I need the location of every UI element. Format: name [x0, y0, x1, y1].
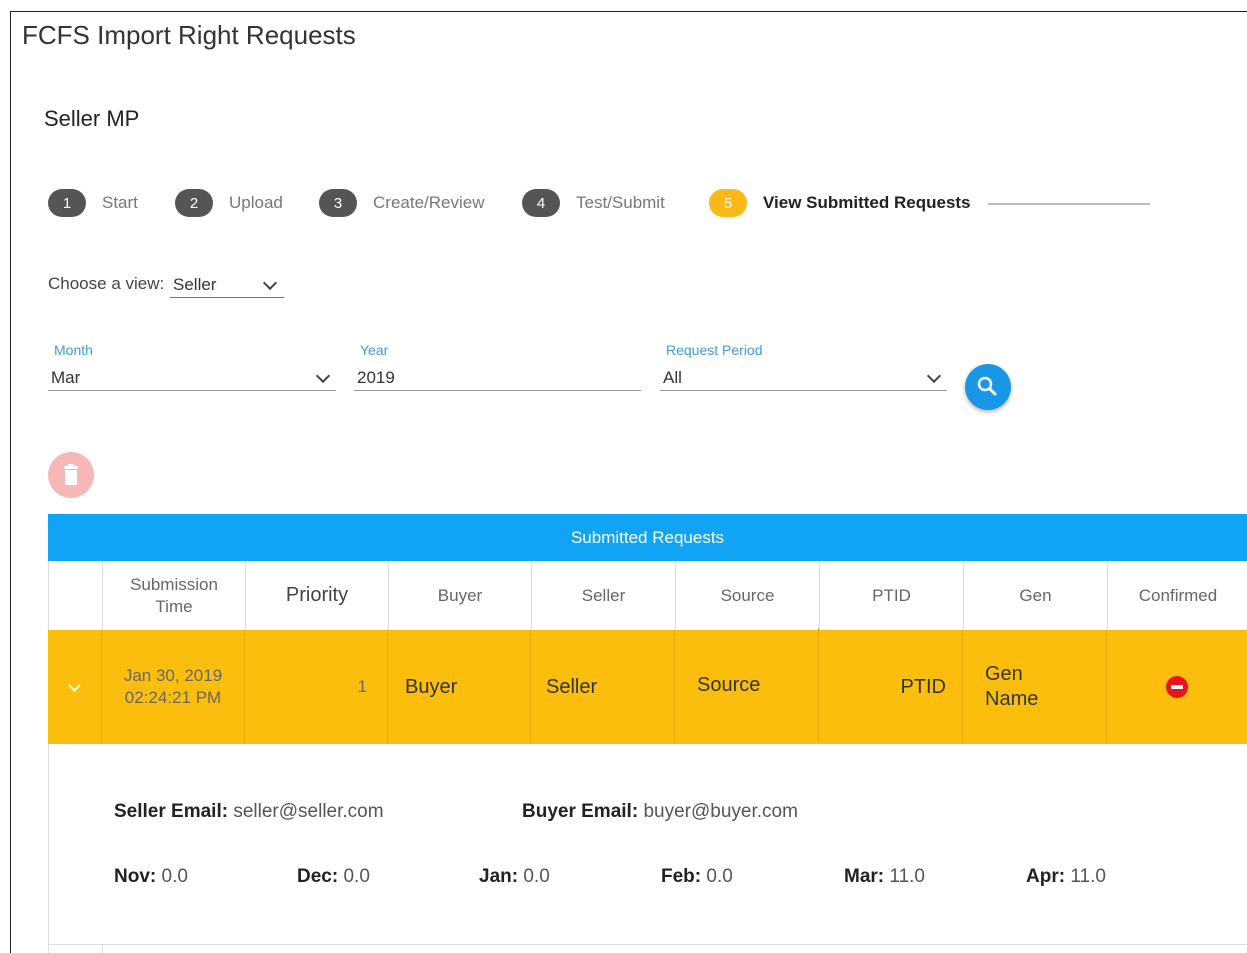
section-title: Seller MP — [44, 106, 140, 131]
search-button[interactable] — [965, 364, 1011, 410]
month-nov: Nov: 0.0 — [114, 866, 188, 888]
month-value: 0.0 — [706, 866, 733, 887]
search-icon — [977, 376, 997, 396]
period-select[interactable]: All — [660, 366, 947, 391]
minus-circle-icon — [1166, 676, 1188, 698]
col-submission-time[interactable]: Submission Time — [103, 561, 246, 630]
period-label: Request Period — [666, 342, 763, 358]
month-label: Dec: — [297, 866, 339, 887]
cell-confirmed — [1107, 630, 1247, 744]
col-priority[interactable]: Priority — [246, 561, 389, 630]
cell-ptid: PTID — [819, 630, 963, 744]
month-jan: Jan: 0.0 — [479, 866, 550, 888]
month-dec: Dec: 0.0 — [297, 866, 370, 888]
month-label: Jan: — [479, 866, 519, 887]
month-value: 0.0 — [161, 866, 188, 887]
month-value: 11.0 — [889, 866, 925, 887]
month-mar: Mar: 11.0 — [844, 866, 925, 888]
year-input[interactable]: 2019 — [354, 366, 641, 391]
col-buyer[interactable]: Buyer — [389, 561, 532, 630]
step-number: 3 — [319, 189, 357, 217]
seller-email-label: Seller Email: — [114, 801, 229, 822]
step-number: 5 — [709, 189, 747, 217]
cell-seller: Seller — [531, 630, 675, 744]
month-feb: Feb: 0.0 — [661, 866, 733, 888]
month-value: Mar — [51, 368, 81, 387]
chevron-down-icon — [315, 368, 331, 384]
step-label: Create/Review — [373, 193, 485, 212]
submission-clock: 02:24:21 PM — [124, 688, 222, 707]
page-title: FCFS Import Right Requests — [22, 20, 356, 50]
seller-email-value: seller@seller.com — [233, 801, 384, 822]
expand-toggle[interactable] — [48, 630, 102, 744]
step-number: 2 — [175, 189, 213, 217]
month-label: Feb: — [661, 866, 702, 887]
step-label: Start — [102, 193, 138, 212]
year-label: Year — [360, 342, 389, 358]
step-connector — [988, 203, 1150, 205]
step-label: Test/Submit — [576, 193, 665, 212]
col-seller[interactable]: Seller — [532, 561, 676, 630]
table-row[interactable]: Jan 30, 2019 02:24:21 PM 1 Buyer Seller … — [48, 628, 1247, 744]
col-source[interactable]: Source — [676, 561, 820, 630]
period-value: All — [663, 368, 682, 387]
cell-gen: Gen Name — [963, 630, 1107, 744]
view-select[interactable]: Seller — [170, 273, 284, 298]
step-upload[interactable]: 2 Upload — [175, 189, 283, 217]
expand-col-header — [49, 561, 103, 630]
month-value: 0.0 — [523, 866, 550, 887]
step-label: Upload — [229, 193, 283, 212]
year-value: 2019 — [357, 368, 395, 387]
submission-date: Jan 30, 2019 — [123, 666, 223, 685]
cell-submission-time: Jan 30, 2019 02:24:21 PM — [102, 630, 245, 744]
table-header-row: Submission Time Priority Buyer Seller So… — [48, 561, 1247, 631]
month-label: Apr: — [1026, 866, 1066, 887]
view-value: Seller — [173, 275, 217, 294]
buyer-email-label: Buyer Email: — [522, 801, 639, 822]
step-number: 4 — [522, 189, 560, 217]
cell-buyer: Buyer — [388, 630, 531, 744]
trash-icon — [64, 464, 78, 485]
cell-priority: 1 — [245, 630, 388, 744]
step-number: 1 — [48, 189, 86, 217]
step-start[interactable]: 1 Start — [48, 189, 138, 217]
table-divider — [48, 944, 1247, 953]
month-select[interactable]: Mar — [48, 366, 336, 391]
view-label: Choose a view: — [48, 274, 165, 293]
month-label: Nov: — [114, 866, 157, 887]
month-value: 11.0 — [1070, 866, 1106, 887]
chevron-down-icon — [262, 275, 278, 291]
row-detail-panel: Seller Email: seller@seller.com Buyer Em… — [48, 744, 1247, 953]
chevron-down-icon — [926, 368, 942, 384]
chevron-down-icon — [68, 678, 81, 692]
col-ptid[interactable]: PTID — [820, 561, 964, 630]
month-value: 0.0 — [343, 866, 370, 887]
buyer-email-value: buyer@buyer.com — [643, 801, 798, 822]
month-apr: Apr: 11.0 — [1026, 866, 1106, 888]
col-confirmed[interactable]: Confirmed — [1108, 561, 1247, 630]
col-gen[interactable]: Gen — [964, 561, 1108, 630]
buyer-email: Buyer Email: buyer@buyer.com — [522, 801, 798, 823]
seller-email: Seller Email: seller@seller.com — [114, 801, 384, 823]
step-view-submitted[interactable]: 5 View Submitted Requests — [709, 189, 971, 217]
step-create-review[interactable]: 3 Create/Review — [319, 189, 485, 217]
cell-source: Source — [675, 628, 819, 742]
table-title: Submitted Requests — [48, 514, 1247, 561]
step-test-submit[interactable]: 4 Test/Submit — [522, 189, 665, 217]
delete-button[interactable] — [48, 452, 94, 498]
month-label: Mar: — [844, 866, 885, 887]
step-label: View Submitted Requests — [763, 193, 971, 212]
month-label: Month — [54, 342, 93, 358]
